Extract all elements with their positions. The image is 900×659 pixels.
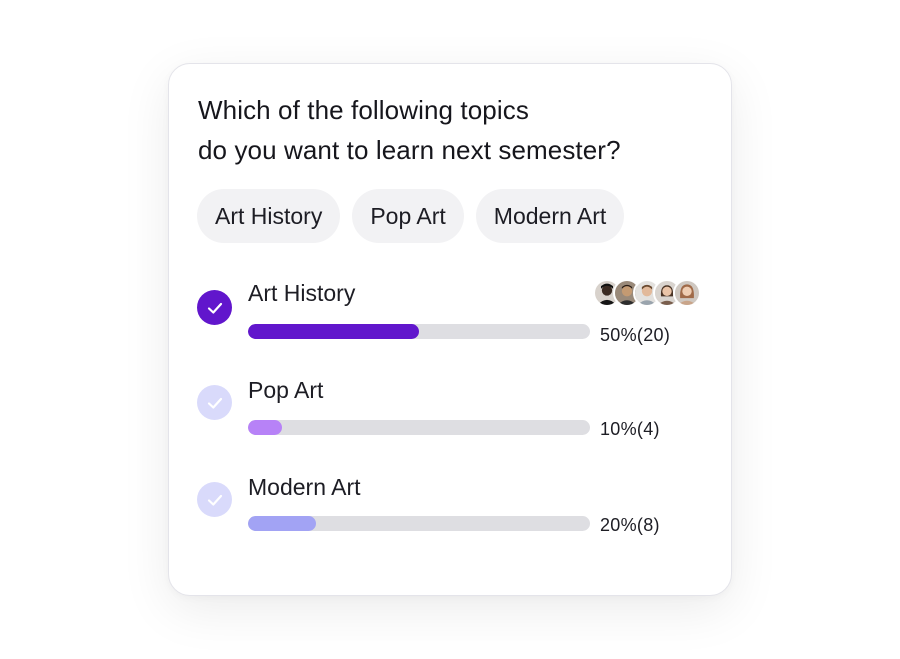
chip-art-history[interactable]: Art History	[197, 189, 341, 243]
progress-fill	[248, 324, 419, 339]
check-icon[interactable]	[197, 482, 232, 517]
poll-question-line-1: Which of the following topics	[198, 95, 529, 125]
check-icon[interactable]	[197, 385, 232, 420]
check-icon[interactable]	[197, 290, 232, 325]
poll-card: Which of the following topics do you wan…	[168, 63, 732, 596]
poll-question: Which of the following topics do you wan…	[198, 90, 718, 170]
topic-chips: Art History Pop Art Modern Art	[197, 189, 625, 243]
progress-bar	[248, 420, 590, 435]
result-text: 20%(8)	[600, 515, 660, 535]
chip-pop-art[interactable]: Pop Art	[352, 189, 464, 243]
option-label: Art History	[248, 280, 356, 306]
poll-option-art-history[interactable]: Art History 50%(20)	[197, 278, 717, 348]
progress-fill	[248, 516, 317, 531]
poll-option-modern-art[interactable]: Modern Art 20%(8)	[197, 472, 717, 542]
result-text: 50%(20)	[600, 325, 671, 345]
progress-bar	[248, 324, 590, 339]
option-label: Pop Art	[248, 377, 324, 403]
voter-avatars[interactable]	[593, 279, 701, 307]
voter-avatar	[673, 279, 701, 307]
progress-fill	[248, 420, 283, 435]
option-label: Modern Art	[248, 474, 361, 500]
poll-option-pop-art[interactable]: Pop Art 10%(4)	[197, 375, 717, 445]
poll-question-line-2: do you want to learn next semester?	[198, 135, 621, 165]
result-text: 10%(4)	[600, 419, 660, 439]
progress-bar	[248, 516, 590, 531]
chip-modern-art[interactable]: Modern Art	[475, 189, 625, 243]
